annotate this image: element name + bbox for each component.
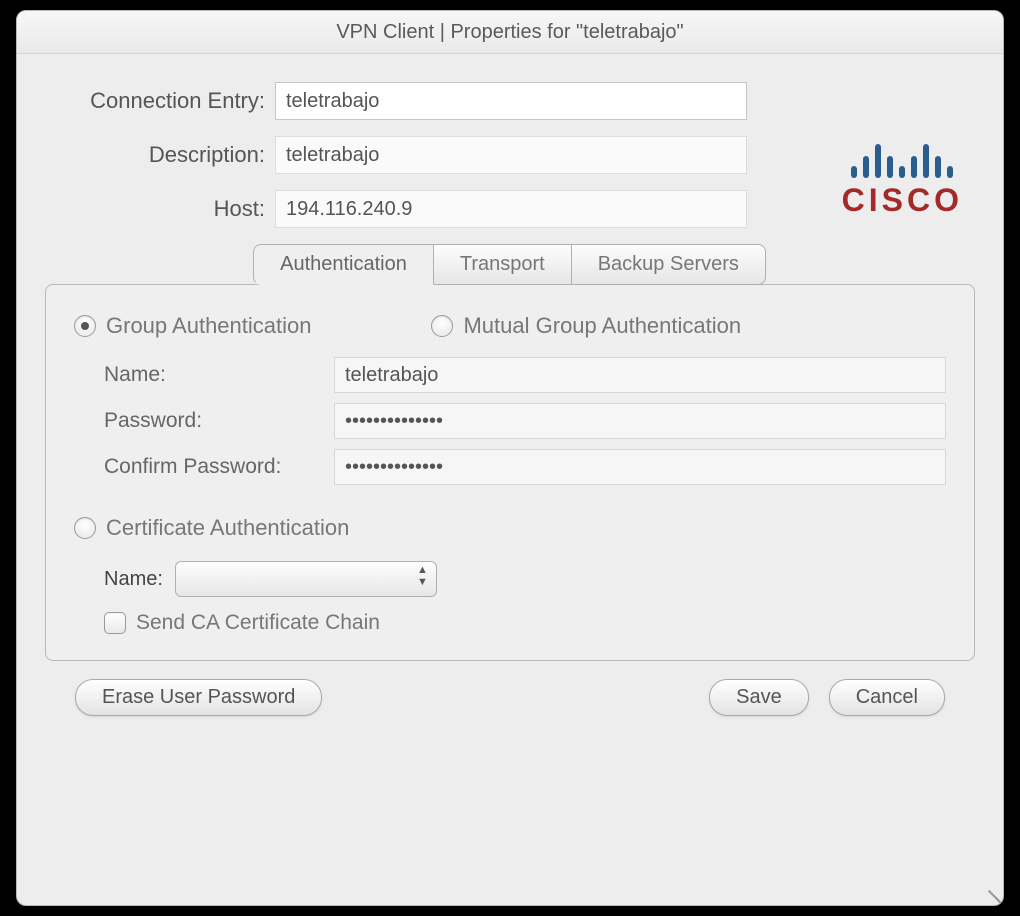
resize-handle-icon[interactable] (982, 884, 1002, 904)
cisco-logo: CISCO (842, 134, 963, 219)
connection-entry-label: Connection Entry: (45, 88, 275, 114)
cert-name-select[interactable]: ▲▼ (175, 561, 437, 597)
tab-authentication[interactable]: Authentication (253, 244, 434, 285)
cert-name-label: Name: (104, 568, 163, 591)
radio-certificate-authentication[interactable]: Certificate Authentication (74, 515, 349, 541)
dialog-window: VPN Client | Properties for "teletrabajo… (16, 10, 1004, 906)
radio-mutual-auth-label: Mutual Group Authentication (463, 313, 741, 339)
radio-mutual-group-authentication[interactable]: Mutual Group Authentication (431, 313, 741, 339)
cancel-button[interactable]: Cancel (829, 679, 945, 716)
select-arrows-icon: ▲▼ (417, 565, 428, 587)
group-confirm-password-input[interactable]: •••••••••••••• (334, 449, 946, 485)
host-input[interactable]: 194.116.240.9 (275, 190, 747, 228)
radio-dot-icon (74, 315, 96, 337)
checkbox-send-ca-chain-label: Send CA Certificate Chain (136, 611, 380, 635)
group-password-label: Password: (104, 409, 334, 433)
radio-dot-icon (74, 517, 96, 539)
connection-entry-input[interactable] (275, 82, 747, 120)
description-label: Description: (45, 142, 275, 168)
tab-panel-authentication: Group Authentication Mutual Group Authen… (45, 284, 975, 661)
cisco-wordmark: CISCO (842, 182, 963, 219)
tab-transport[interactable]: Transport (433, 244, 572, 285)
group-password-input[interactable]: •••••••••••••• (334, 403, 946, 439)
group-name-input[interactable]: teletrabajo (334, 357, 946, 393)
description-input[interactable]: teletrabajo (275, 136, 747, 174)
radio-cert-auth-label: Certificate Authentication (106, 515, 349, 541)
save-button[interactable]: Save (709, 679, 809, 716)
cisco-bars-icon (842, 134, 963, 178)
radio-group-authentication[interactable]: Group Authentication (74, 313, 311, 339)
radio-group-auth-label: Group Authentication (106, 313, 311, 339)
group-name-label: Name: (104, 363, 334, 387)
window-title: VPN Client | Properties for "teletrabajo… (17, 11, 1003, 54)
host-label: Host: (45, 196, 275, 222)
erase-user-password-button[interactable]: Erase User Password (75, 679, 322, 716)
checkbox-send-ca-chain[interactable]: Send CA Certificate Chain (104, 611, 380, 635)
tab-backup-servers[interactable]: Backup Servers (571, 244, 766, 285)
tab-strip: Authentication Transport Backup Servers (45, 244, 975, 285)
group-confirm-password-label: Confirm Password: (104, 455, 334, 479)
radio-dot-icon (431, 315, 453, 337)
checkbox-box-icon (104, 612, 126, 634)
